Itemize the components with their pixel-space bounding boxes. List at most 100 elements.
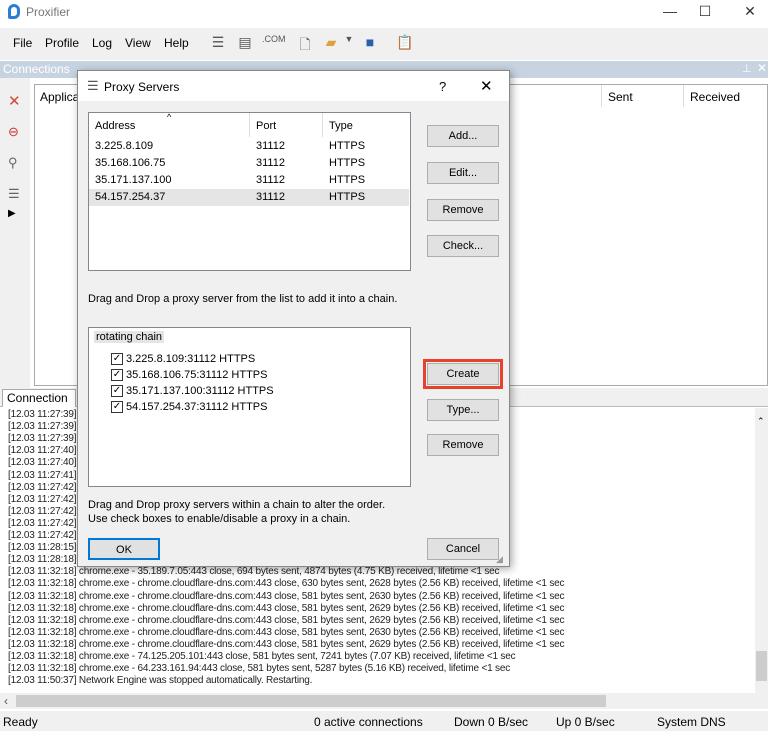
column-sent[interactable]: Sent <box>608 90 633 104</box>
status-connections: 0 active connections <box>314 715 423 729</box>
log-line: [12.03 11:32:18] chrome.exe - 35.189.7.0… <box>8 566 500 578</box>
log-line: [12.03 11:27:39] <box>8 433 77 445</box>
order-hint: Drag and Drop proxy servers within a cha… <box>88 499 386 511</box>
log-line: [12.03 11:27:42] <box>8 517 77 529</box>
find-icon[interactable]: ⚲ <box>8 155 18 171</box>
type-chain-button[interactable]: Type... <box>427 399 499 421</box>
dialog-title: Proxy Servers <box>104 80 180 94</box>
check-server-button[interactable]: Check... <box>427 235 499 257</box>
list-icon[interactable]: ☰ <box>8 186 20 202</box>
server-row[interactable]: 54.157.254.37 31112 HTTPS <box>89 189 409 206</box>
server-address: 54.157.254.37 <box>95 191 166 203</box>
column-port[interactable]: Port <box>256 120 276 132</box>
checkbox-hint: Use check boxes to enable/disable a prox… <box>88 513 351 525</box>
scroll-thumb[interactable] <box>16 695 606 707</box>
log-line: [12.03 11:27:39] <box>8 421 77 433</box>
pin-icon[interactable]: ⊥ <box>742 62 752 75</box>
dialog-title-bar: ☰ Proxy Servers ? ✕ <box>78 71 509 101</box>
server-address: 3.225.8.109 <box>95 140 154 152</box>
clipboard-icon[interactable]: 📋 <box>396 34 414 54</box>
close-window-button[interactable]: ✕ <box>735 3 765 20</box>
column-divider <box>322 113 323 137</box>
proxification-rules-icon[interactable]: ▤ <box>236 34 254 54</box>
app-title: Proxifier <box>26 5 71 19</box>
chain-item[interactable]: 54.157.254.37:31112 HTTPS <box>126 401 267 413</box>
open-profile-icon[interactable]: ▰ <box>322 34 340 54</box>
log-line: [12.03 11:32:18] chrome.exe - chrome.clo… <box>8 626 565 638</box>
chain-item-checkbox[interactable]: ✓ <box>111 353 123 365</box>
minimize-button[interactable]: — <box>655 3 685 19</box>
remove-icon[interactable]: ⊖ <box>8 124 19 140</box>
close-connection-icon[interactable]: ✕ <box>8 92 21 110</box>
chain-item[interactable]: 3.225.8.109:31112 HTTPS <box>126 353 255 365</box>
log-line: [12.03 11:32:18] chrome.exe - 74.125.205… <box>8 651 516 662</box>
column-type[interactable]: Type <box>329 120 353 132</box>
dialog-close-button[interactable]: ✕ <box>480 77 493 95</box>
column-application[interactable]: Applica <box>40 90 79 104</box>
server-address: 35.171.137.100 <box>95 174 172 186</box>
server-type: HTTPS <box>329 140 366 152</box>
new-profile-icon[interactable]: 🗋 <box>296 34 314 54</box>
scroll-up-icon[interactable]: ⌃ <box>757 416 765 427</box>
status-down: Down 0 B/sec <box>454 715 529 729</box>
server-address: 35.168.106.75 <box>95 157 166 169</box>
menu-file[interactable]: File <box>13 36 32 50</box>
proxy-server-list[interactable]: Address ^ Port Type 3.225.8.109 31112 HTTP… <box>88 112 411 271</box>
chain-tree[interactable]: rotating chain ✓ 3.225.8.109:31112 HTTPS ✓… <box>88 327 411 487</box>
log-line: [12.03 11:27:41] <box>8 469 77 481</box>
status-dns: System DNS <box>657 715 726 729</box>
tab-connections[interactable]: Connection <box>2 389 76 407</box>
drag-hint: Drag and Drop a proxy server from the li… <box>88 293 398 305</box>
add-server-button[interactable]: Add... <box>427 125 499 147</box>
column-divider <box>601 85 602 107</box>
server-row[interactable]: 3.225.8.109 31112 HTTPS <box>89 138 409 155</box>
log-line: [12.03 11:32:18] chrome.exe - chrome.clo… <box>8 614 565 626</box>
column-address[interactable]: Address <box>95 120 135 132</box>
expand-icon[interactable]: ▶ <box>8 208 16 219</box>
chain-item[interactable]: 35.171.137.100:31112 HTTPS <box>126 385 274 397</box>
remove-chain-button[interactable]: Remove <box>427 434 499 456</box>
server-type: HTTPS <box>329 174 366 186</box>
server-port: 31112 <box>256 157 285 169</box>
create-chain-button[interactable]: Create <box>423 359 503 389</box>
app-logo-icon <box>8 4 20 19</box>
edit-server-button[interactable]: Edit... <box>427 162 499 184</box>
resize-grip-icon[interactable]: ◢ <box>496 554 503 565</box>
ok-button[interactable]: OK <box>88 538 160 560</box>
server-type: HTTPS <box>329 157 366 169</box>
chain-item-checkbox[interactable]: ✓ <box>111 369 123 381</box>
help-button[interactable]: ? <box>439 79 446 94</box>
name-resolution-icon[interactable]: .COM <box>262 34 286 54</box>
log-line: [12.03 11:50:37] Network Engine was stop… <box>8 675 313 687</box>
menu-help[interactable]: Help <box>164 36 189 50</box>
column-received[interactable]: Received <box>690 90 740 104</box>
status-up: Up 0 B/sec <box>556 715 615 729</box>
save-profile-icon[interactable]: ■ <box>361 34 379 54</box>
log-horizontal-scrollbar[interactable]: ‹ <box>0 693 768 709</box>
menu-view[interactable]: View <box>125 36 151 50</box>
cancel-button[interactable]: Cancel <box>427 538 499 560</box>
proxy-servers-icon[interactable]: ☰ <box>209 34 227 54</box>
chain-item[interactable]: 35.168.106.75:31112 HTTPS <box>126 369 267 381</box>
chain-name[interactable]: rotating chain <box>94 331 165 343</box>
tab-label: Connection <box>7 391 68 405</box>
proxy-servers-icon: ☰ <box>87 78 99 93</box>
log-vertical-scrollbar[interactable]: ⌃ <box>755 408 768 693</box>
chevron-down-icon[interactable]: ▼ <box>340 34 358 54</box>
server-port: 31112 <box>256 174 285 186</box>
column-divider <box>683 85 684 107</box>
remove-server-button[interactable]: Remove <box>427 199 499 221</box>
log-line: [12.03 11:27:39] <box>8 409 77 420</box>
status-bar: Ready 0 active connections Down 0 B/sec … <box>0 711 768 731</box>
server-row[interactable]: 35.168.106.75 31112 HTTPS <box>89 155 409 172</box>
chain-item-checkbox[interactable]: ✓ <box>111 401 123 413</box>
menu-profile[interactable]: Profile <box>45 36 79 50</box>
maximize-button[interactable]: ☐ <box>690 3 720 20</box>
server-port: 31112 <box>256 191 285 203</box>
server-row[interactable]: 35.171.137.100 31112 HTTPS <box>89 172 409 189</box>
scroll-thumb[interactable] <box>756 651 767 681</box>
menu-log[interactable]: Log <box>92 36 112 50</box>
chain-item-checkbox[interactable]: ✓ <box>111 385 123 397</box>
scroll-left-icon[interactable]: ‹ <box>4 694 8 708</box>
panel-close-icon[interactable]: ✕ <box>757 61 767 75</box>
